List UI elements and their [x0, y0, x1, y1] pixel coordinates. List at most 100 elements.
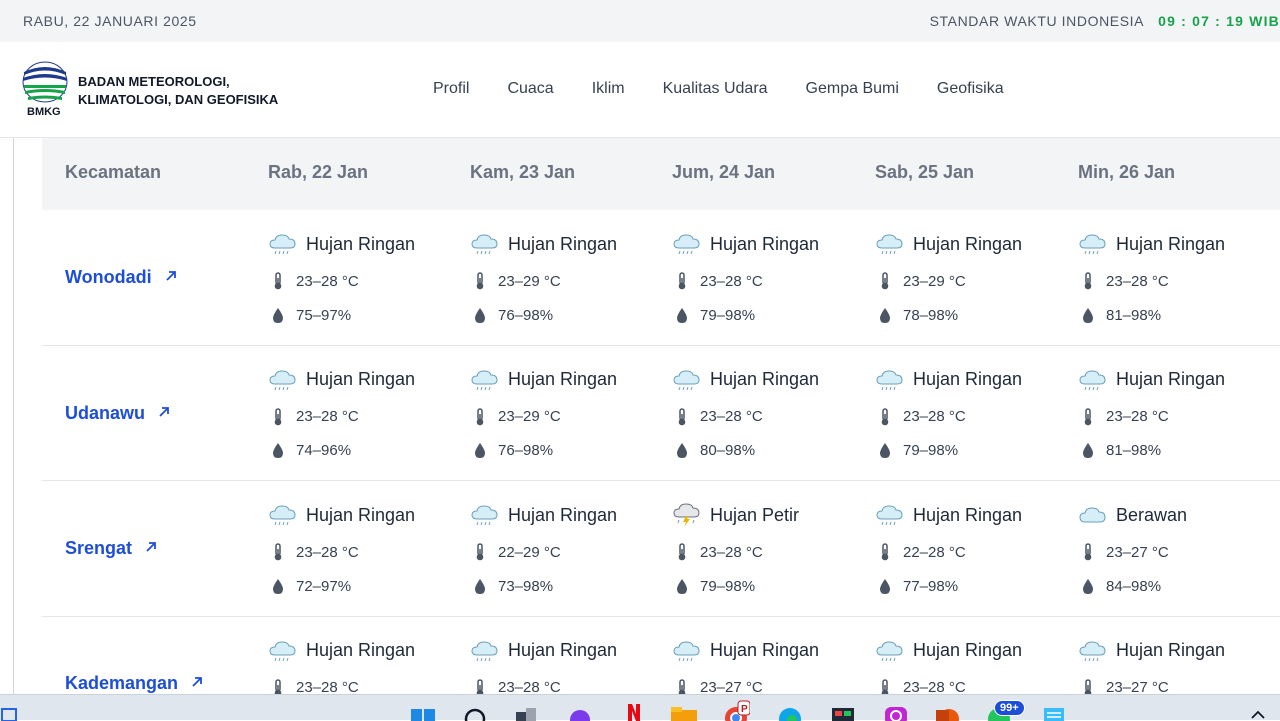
cloud-rain-icon: [1078, 233, 1108, 255]
nav-geofisika[interactable]: Geofisika: [937, 80, 1004, 98]
table-row: Udanawu Hujan Ringan 23–28 °C 74–96% Hujan R…: [42, 346, 1280, 481]
weather-label: Hujan Ringan: [508, 640, 618, 660]
kecamatan-link[interactable]: Kademangan: [65, 673, 204, 694]
nav-profil[interactable]: Profil: [433, 80, 469, 98]
humidity-range: 76–98%: [498, 306, 554, 324]
weather-label: Hujan Ringan: [508, 369, 618, 389]
brand-line-1: BADAN METEOROLOGI,: [78, 74, 230, 89]
cloud-rain-icon: [672, 640, 702, 662]
thermometer-icon: [1078, 407, 1098, 427]
notification-badge: 99+: [994, 700, 1025, 716]
weather-label: Hujan Ringan: [306, 504, 416, 525]
bmkg-logo[interactable]: BMKG: [22, 60, 68, 120]
cloud-rain-icon: [875, 233, 905, 255]
col-header-day: Kam, 23 Jan: [470, 162, 576, 182]
external-link-icon: [144, 538, 158, 559]
humidity-icon: [470, 576, 490, 596]
nav-cuaca[interactable]: Cuaca: [507, 80, 553, 98]
nav-kualitas-udara[interactable]: Kualitas Udara: [663, 80, 768, 98]
forecast-cell: Hujan Ringan 23–28 °C 75–97%: [268, 232, 458, 327]
time-info: STANDAR WAKTU INDONESIA 09 : 07 : 19 WIB: [930, 13, 1280, 29]
netflix-icon[interactable]: [620, 700, 648, 721]
thermometer-icon: [672, 542, 692, 562]
cloud-rain-icon: [268, 233, 298, 255]
thermometer-icon: [1078, 271, 1098, 291]
windows-start-icon[interactable]: [409, 700, 437, 721]
humidity-icon: [470, 305, 490, 325]
humidity-icon: [1078, 576, 1098, 596]
col-header-day: Rab, 22 Jan: [268, 162, 369, 182]
instagram-icon[interactable]: [882, 700, 910, 721]
forecast-cell: Hujan Ringan 23–28 °C 80–98%: [672, 368, 862, 463]
humidity-icon: [268, 441, 288, 461]
cloud-rain-icon: [875, 369, 905, 391]
thermometer-icon: [268, 542, 288, 562]
site-header: BMKG BADAN METEOROLOGI, KLIMATOLOGI, DAN…: [0, 42, 1280, 138]
temperature-range: 23–29 °C: [498, 408, 561, 425]
file-explorer-icon[interactable]: [670, 700, 698, 721]
temperature-range: 23–28 °C: [700, 272, 763, 290]
brand-name[interactable]: BADAN METEOROLOGI, KLIMATOLOGI, DAN GEOF…: [78, 73, 278, 109]
cloud-rain-icon: [268, 640, 298, 662]
cloud-rain-icon: [470, 369, 500, 391]
task-view-icon[interactable]: [512, 700, 540, 721]
nav-gempa-bumi[interactable]: Gempa Bumi: [806, 80, 899, 98]
thermometer-icon: [1078, 678, 1098, 694]
current-date: RABU, 22 JANUARI 2025: [23, 13, 197, 29]
cloud-rain-icon: [1078, 640, 1108, 662]
humidity-range: 77–98%: [903, 577, 959, 595]
search-icon[interactable]: [462, 700, 490, 721]
weather-label: Hujan Ringan: [710, 640, 820, 660]
widgets-icon[interactable]: [0, 700, 22, 721]
forecast-cell: Hujan Ringan 23–27 °C: [1078, 639, 1268, 694]
notepad-icon[interactable]: [1040, 700, 1068, 721]
humidity-range: 76–98%: [498, 442, 554, 459]
chat-icon[interactable]: [566, 700, 594, 721]
forecast-cell: Hujan Ringan 23–29 °C 78–98%: [875, 232, 1065, 327]
kecamatan-name: Udanawu: [65, 402, 146, 423]
cloud-rain-icon: [268, 504, 298, 526]
chevron-up-icon[interactable]: [1244, 700, 1272, 721]
humidity-icon: [1078, 305, 1098, 325]
forecast-cell: Hujan Ringan 22–28 °C 77–98%: [875, 503, 1065, 598]
temperature-range: 23–28 °C: [903, 679, 966, 694]
forecast-cell: Hujan Petir 23–28 °C 79–98%: [672, 503, 862, 598]
col-header-day: Sab, 25 Jan: [875, 162, 975, 182]
temperature-range: 23–29 °C: [903, 272, 966, 290]
kecamatan-link[interactable]: Srengat: [65, 538, 158, 559]
humidity-icon: [268, 576, 288, 596]
kecamatan-link[interactable]: Wonodadi: [65, 267, 178, 288]
col-header-day: Jum, 24 Jan: [672, 162, 776, 182]
forecast-cell: Hujan Ringan 23–28 °C: [268, 639, 458, 694]
edge-icon[interactable]: [776, 700, 804, 721]
kecamatan-link[interactable]: Udanawu: [65, 403, 171, 424]
nav-iklim[interactable]: Iklim: [592, 80, 625, 98]
powerpoint-icon[interactable]: [933, 700, 961, 721]
cloud-rain-icon: [875, 504, 905, 526]
thermometer-icon: [470, 678, 490, 694]
humidity-icon: [672, 305, 692, 325]
temperature-range: 23–28 °C: [1106, 408, 1169, 425]
humidity-icon: [672, 576, 692, 596]
weather-label: Hujan Ringan: [508, 233, 618, 254]
humidity-range: 84–98%: [1106, 577, 1162, 595]
forecast-cell: Hujan Ringan 23–28 °C 79–98%: [672, 232, 862, 327]
temperature-range: 23–28 °C: [903, 408, 966, 425]
forecast-cell: Hujan Ringan 22–29 °C 73–98%: [470, 503, 660, 598]
thermometer-icon: [672, 271, 692, 291]
weather-label: Hujan Ringan: [710, 233, 820, 254]
humidity-range: 79–98%: [903, 442, 959, 459]
taskbar: P: [0, 694, 1280, 721]
cloud-rain-icon: [672, 233, 702, 255]
temperature-range: 23–29 °C: [498, 272, 561, 290]
clock: 09 : 07 : 19 WIB: [1158, 13, 1280, 29]
thermometer-icon: [672, 407, 692, 427]
store-icon[interactable]: [829, 700, 857, 721]
thermometer-icon: [470, 271, 490, 291]
chrome-icon[interactable]: P: [722, 700, 750, 721]
thermometer-icon: [875, 407, 895, 427]
forecast-cell: Hujan Ringan 23–29 °C 76–98%: [470, 232, 660, 327]
humidity-icon: [1078, 441, 1098, 461]
table-row: Kademangan Hujan Ringan 23–28 °C Hujan Ring…: [42, 617, 1280, 694]
forecast-cell: Hujan Ringan 23–28 °C: [470, 639, 660, 694]
